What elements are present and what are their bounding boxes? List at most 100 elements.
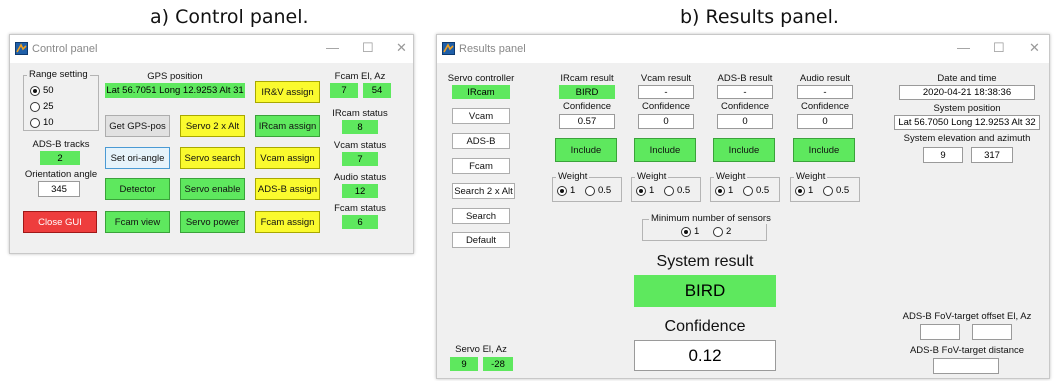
system-position-label: System position xyxy=(933,103,1001,114)
fcam-status-value: 6 xyxy=(342,215,378,229)
fcam-view-button[interactable]: Fcam view xyxy=(105,211,170,233)
control-panel-window: Control panel — ☐ ✕ Range setting 50 25 … xyxy=(9,34,414,254)
radio-empty-icon xyxy=(30,117,40,128)
servo-el-value: 9 xyxy=(450,357,478,371)
radio-empty-icon xyxy=(823,185,833,196)
sensor-confidence-value: 0 xyxy=(717,114,773,129)
system-result-value: BIRD xyxy=(634,275,776,307)
sensor-include-button[interactable]: Include xyxy=(713,138,775,162)
detector-button[interactable]: Detector xyxy=(105,178,170,200)
sensor-confidence-value: 0 xyxy=(797,114,853,129)
sensor-include-button[interactable]: Include xyxy=(793,138,855,162)
weight-option-0-5[interactable]: 0.5 xyxy=(743,185,769,196)
servo-enable-button[interactable]: Servo enable xyxy=(180,178,245,200)
adsb-fov-offset-label: ADS-B FoV-target offset El, Az xyxy=(902,311,1032,322)
get-gps-pos-button[interactable]: Get GPS-pos xyxy=(105,115,170,137)
sensor-result-value: - xyxy=(797,85,853,99)
radio-selected-icon xyxy=(557,185,567,196)
min-sensors-option-1[interactable]: 1 xyxy=(681,226,699,237)
minimize-icon[interactable]: — xyxy=(957,40,970,55)
maximize-icon[interactable]: ☐ xyxy=(362,40,374,56)
weight-option-0-5[interactable]: 0.5 xyxy=(823,185,849,196)
sensor-include-button[interactable]: Include xyxy=(555,138,617,162)
minimize-icon[interactable]: — xyxy=(326,40,339,55)
weight-option-1[interactable]: 1 xyxy=(557,185,575,196)
servo-search-button[interactable]: Servo search xyxy=(180,147,245,169)
servo-search-button[interactable]: Search xyxy=(452,208,510,224)
weight-option-1[interactable]: 1 xyxy=(636,185,654,196)
servo-2x-alt-button[interactable]: Servo 2 x Alt xyxy=(180,115,245,137)
close-icon[interactable]: ✕ xyxy=(396,40,407,56)
sensor-weight-label: Weight xyxy=(635,171,669,182)
sensor-confidence-label: Confidence xyxy=(720,101,770,112)
system-position-value: Lat 56.7050 Long 12.9253 Alt 32 xyxy=(894,115,1040,130)
results-panel-titlebar: Results panel — ☐ ✕ xyxy=(437,35,1049,63)
set-ori-angle-button[interactable]: Set ori-angle xyxy=(105,147,170,169)
radio-empty-icon xyxy=(30,101,40,112)
range-option-50[interactable]: 50 xyxy=(30,85,54,96)
servo-vcam-button[interactable]: Vcam xyxy=(452,108,510,124)
close-icon[interactable]: ✕ xyxy=(1029,40,1040,56)
audio-status-label: Audio status xyxy=(333,172,387,183)
ircam-assign-button[interactable]: IRcam assign xyxy=(255,115,320,137)
adsb-fov-offset-az-value xyxy=(972,324,1012,340)
confidence-label: Confidence xyxy=(664,318,746,335)
sensor-confidence-value: 0.57 xyxy=(559,114,615,129)
adsb-assign-button[interactable]: ADS-B assign xyxy=(255,178,320,200)
radio-selected-icon xyxy=(681,226,691,237)
date-time-value: 2020-04-21 18:38:36 xyxy=(899,85,1035,100)
sensor-include-button[interactable]: Include xyxy=(634,138,696,162)
orientation-angle-input[interactable]: 345 xyxy=(38,181,80,197)
audio-status-value: 12 xyxy=(342,184,378,198)
matlab-figure-icon xyxy=(442,42,455,55)
sensor-result-value: BIRD xyxy=(559,85,615,99)
servo-controller-label: Servo controller xyxy=(447,73,515,84)
range-setting-label: Range setting xyxy=(27,69,90,80)
sensor-confidence-label: Confidence xyxy=(562,101,612,112)
system-el-value: 9 xyxy=(923,147,963,163)
min-sensors-option-2[interactable]: 2 xyxy=(713,226,731,237)
radio-empty-icon xyxy=(585,185,595,196)
sensor-result-label: Audio result xyxy=(799,73,851,84)
vcam-assign-button[interactable]: Vcam assign xyxy=(255,147,320,169)
sensor-result-value: - xyxy=(717,85,773,99)
system-az-value: 317 xyxy=(971,147,1013,163)
fcam-assign-button[interactable]: Fcam assign xyxy=(255,211,320,233)
fcam-el-az-label: Fcam El, Az xyxy=(334,71,386,82)
servo-adsb-button[interactable]: ADS-B xyxy=(452,133,510,149)
ircam-status-label: IRcam status xyxy=(332,108,388,119)
servo-fcam-button[interactable]: Fcam xyxy=(452,158,510,174)
sensor-weight-label: Weight xyxy=(714,171,748,182)
servo-default-button[interactable]: Default xyxy=(452,232,510,248)
weight-option-1[interactable]: 1 xyxy=(795,185,813,196)
weight-option-1[interactable]: 1 xyxy=(715,185,733,196)
sensor-weight-label: Weight xyxy=(794,171,828,182)
adsb-tracks-label: ADS-B tracks xyxy=(32,139,90,150)
servo-el-az-label: Servo El, Az xyxy=(455,344,507,355)
weight-option-0-5[interactable]: 0.5 xyxy=(664,185,690,196)
vcam-status-label: Vcam status xyxy=(333,140,387,151)
irv-assign-button[interactable]: IR&V assign xyxy=(255,81,320,103)
radio-selected-icon xyxy=(636,185,646,196)
adsb-tracks-value: 2 xyxy=(40,151,80,165)
range-option-10[interactable]: 10 xyxy=(30,117,54,128)
maximize-icon[interactable]: ☐ xyxy=(993,40,1005,56)
sensor-result-value: - xyxy=(638,85,694,99)
adsb-fov-offset-el-value xyxy=(920,324,960,340)
fcam-status-label: Fcam status xyxy=(334,203,386,214)
vcam-status-value: 7 xyxy=(342,152,378,166)
orientation-angle-label: Orientation angle xyxy=(24,169,98,180)
system-confidence-value: 0.12 xyxy=(634,340,776,371)
control-panel-titlebar: Control panel — ☐ ✕ xyxy=(10,35,413,63)
caption-control-panel: a) Control panel. xyxy=(150,6,309,28)
radio-selected-icon xyxy=(715,185,725,196)
range-option-25[interactable]: 25 xyxy=(30,101,54,112)
search-2x-alt-button[interactable]: Search 2 x Alt xyxy=(452,183,515,199)
min-sensors-label: Minimum number of sensors xyxy=(649,213,773,224)
servo-power-button[interactable]: Servo power xyxy=(180,211,245,233)
close-gui-button[interactable]: Close GUI xyxy=(23,211,97,233)
window-title: Control panel xyxy=(32,43,98,55)
matlab-figure-icon xyxy=(15,42,28,55)
weight-option-0-5[interactable]: 0.5 xyxy=(585,185,611,196)
adsb-fov-distance-value xyxy=(933,358,999,374)
